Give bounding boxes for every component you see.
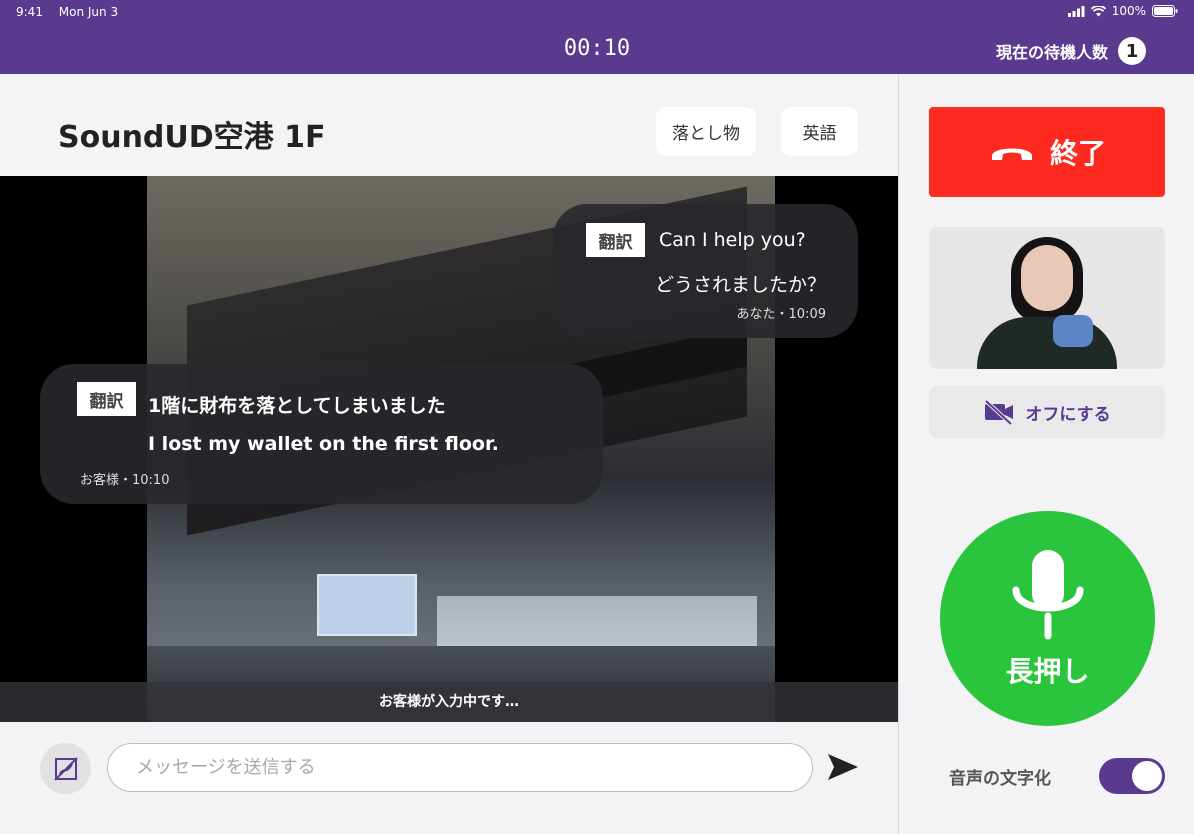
video-feed: 翻訳 Can I help you? どうされましたか？ あなた・10:09 翻… bbox=[0, 176, 898, 722]
transcription-setting: 音声の文字化 bbox=[949, 758, 1165, 794]
handwriting-off-icon bbox=[53, 756, 78, 781]
hang-up-icon bbox=[991, 148, 1032, 160]
message-translation: I lost my wallet on the first floor. bbox=[148, 433, 499, 455]
toggle-knob bbox=[1132, 761, 1162, 791]
translation-tag: 翻訳 bbox=[77, 382, 136, 416]
transcription-label: 音声の文字化 bbox=[949, 768, 1051, 789]
battery-percent: 100% bbox=[1111, 4, 1146, 18]
handwriting-button[interactable] bbox=[40, 743, 91, 794]
status-date: Mon Jun 3 bbox=[58, 5, 119, 19]
language-chip[interactable]: 英語 bbox=[781, 107, 858, 156]
status-bar: 9:41 Mon Jun 3 100% bbox=[0, 0, 1194, 24]
message-original: 1階に財布を落としてしまいました bbox=[148, 395, 446, 417]
page-title: SoundUD空港 1F bbox=[58, 120, 326, 155]
push-to-talk-button[interactable]: 長押し bbox=[940, 511, 1155, 726]
signal-icon bbox=[1067, 5, 1085, 17]
queue-label: 現在の待機人数 bbox=[995, 43, 1108, 62]
controls-pane: 終了 オフにする 長押し 音声の文字化 bbox=[898, 74, 1194, 834]
message-composer bbox=[0, 722, 898, 834]
queue-indicator: 現在の待機人数 1 bbox=[996, 37, 1146, 65]
wifi-icon bbox=[1090, 5, 1106, 16]
push-to-talk-label: 長押し bbox=[1005, 654, 1090, 688]
message-meta: お客様・10:10 bbox=[80, 473, 170, 488]
typing-indicator: お客様が入力中です… bbox=[0, 682, 898, 722]
message-bubble-customer: 翻訳 1階に財布を落としてしまいました I lost my wallet on … bbox=[40, 364, 603, 504]
self-camera-preview bbox=[929, 227, 1165, 369]
queue-count-badge: 1 bbox=[1118, 37, 1146, 65]
translation-tag: 翻訳 bbox=[586, 223, 645, 257]
camera-off-button[interactable]: オフにする bbox=[929, 386, 1165, 438]
message-bubble-agent: 翻訳 Can I help you? どうされましたか？ あなた・10:09 bbox=[553, 204, 858, 338]
camera-off-icon bbox=[985, 399, 1014, 425]
message-input[interactable] bbox=[107, 743, 813, 792]
conversation-pane: SoundUD空港 1F 落とし物 英語 翻訳 Can I help you? … bbox=[0, 74, 898, 834]
status-time: 9:41 bbox=[16, 5, 43, 19]
end-call-button[interactable]: 終了 bbox=[929, 107, 1165, 197]
topic-chip-lost-items[interactable]: 落とし物 bbox=[656, 107, 756, 156]
transcription-toggle[interactable] bbox=[1099, 758, 1165, 794]
battery-icon bbox=[1152, 5, 1178, 17]
conversation-header: SoundUD空港 1F 落とし物 英語 bbox=[0, 74, 898, 176]
camera-off-label: オフにする bbox=[1025, 404, 1111, 425]
send-icon[interactable] bbox=[826, 752, 860, 782]
end-call-label: 終了 bbox=[1049, 137, 1106, 170]
microphone-icon bbox=[1012, 549, 1083, 639]
message-original: Can I help you? bbox=[659, 229, 806, 251]
message-meta: あなた・10:09 bbox=[736, 307, 826, 322]
message-translation: どうされましたか？ bbox=[654, 274, 826, 296]
call-top-bar: 00:10 現在の待機人数 1 bbox=[0, 24, 1194, 74]
